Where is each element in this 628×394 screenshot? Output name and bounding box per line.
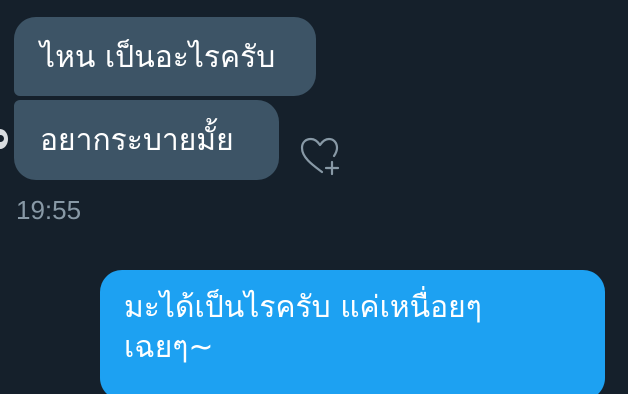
incoming-message-bubble[interactable]: ไหน เป็นอะไรครับ xyxy=(14,17,316,96)
chat-thread: ไหน เป็นอะไรครับ อยากระบายมั้ย 19:55 มะไ… xyxy=(0,0,628,394)
avatar[interactable] xyxy=(0,129,8,149)
message-text-line: มะได้เป็นไรครับ แค่เหนื่อยๆ xyxy=(124,290,482,325)
message-text: ไหน เป็นอะไรครับ xyxy=(40,40,276,75)
outgoing-message-bubble[interactable]: มะได้เป็นไรครับ แค่เหนื่อยๆ เฉยๆ~ xyxy=(100,270,605,394)
heart-plus-icon[interactable] xyxy=(296,134,344,178)
message-text-line: เฉยๆ~ xyxy=(124,330,214,365)
message-timestamp: 19:55 xyxy=(16,195,82,225)
message-text: อยากระบายมั้ย xyxy=(40,123,234,158)
incoming-message-bubble[interactable]: อยากระบายมั้ย xyxy=(14,100,279,180)
